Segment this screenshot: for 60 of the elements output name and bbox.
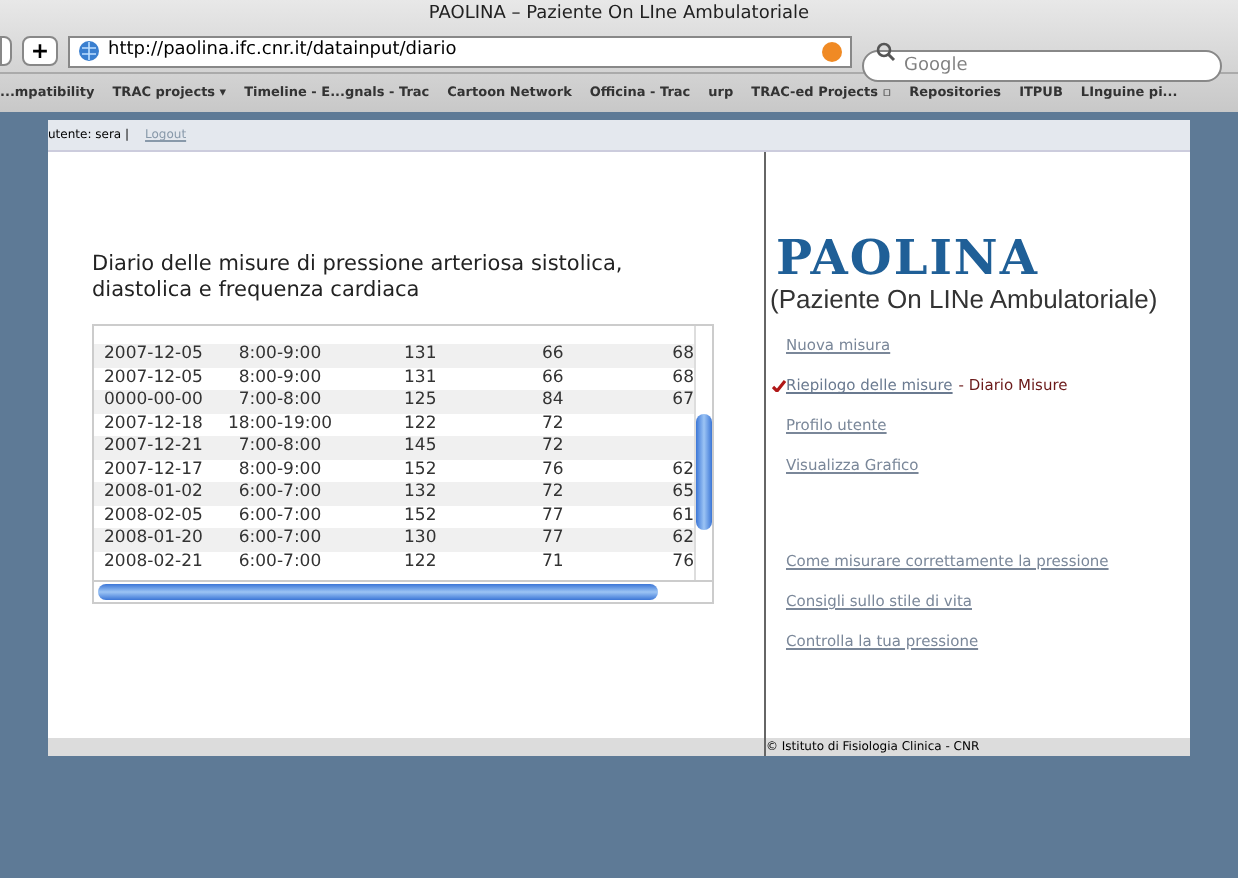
table-cell-text: 125 xyxy=(402,388,439,415)
table-cell-text: 131 xyxy=(402,342,439,369)
table-cell-text: 2007-12-17 xyxy=(102,457,205,483)
table-cell-text: 77 xyxy=(540,503,566,529)
globe-icon xyxy=(78,40,100,62)
table-cell-text: 130 xyxy=(402,526,439,553)
table-cell-text: 7:00-8:00 xyxy=(236,434,324,461)
table-cell-text: 8:00-9:00 xyxy=(236,342,324,369)
table-cell-text: 2007-12-18 xyxy=(102,411,205,437)
table-cell-text: 2007-12-21 xyxy=(102,434,205,461)
table-cell-text: 132 xyxy=(402,480,439,507)
table-cell-text: 6:00-7:00 xyxy=(236,549,324,576)
vertical-scrollbar[interactable] xyxy=(694,326,712,580)
table-cell-text: 2008-01-02 xyxy=(102,480,205,507)
table-cell-text: 0000-00-00 xyxy=(102,388,205,415)
table-cell-text: 2008-01-20 xyxy=(102,526,205,553)
table-cell-text: 76 xyxy=(670,549,694,576)
new-tab-button[interactable]: + xyxy=(22,36,58,66)
table-cell-text: 152 xyxy=(402,503,439,529)
table-cell-text: 8:00-9:00 xyxy=(236,457,324,483)
table-cell-text: 6:00-7:00 xyxy=(236,480,324,507)
table-cell-text: 2007-12-05 xyxy=(102,342,205,369)
table-cell-text: 66 xyxy=(540,342,566,369)
table-cell-text: 122 xyxy=(402,549,439,576)
table-cell-text: 145 xyxy=(402,434,439,461)
table-cell-text: 62 xyxy=(670,457,694,483)
table-cell-text: 65 xyxy=(670,480,694,507)
table-cell-text: 2008-02-05 xyxy=(102,503,205,529)
table-cell-text: 61 xyxy=(670,503,694,529)
table-cell-text: 71 xyxy=(540,549,566,576)
table-cell-text: 2007-12-05 xyxy=(102,365,205,391)
logo-title: PAOLINA xyxy=(774,232,1041,284)
table-cell-text: 6:00-7:00 xyxy=(236,526,324,553)
tab-button[interactable] xyxy=(0,36,12,66)
search-icon xyxy=(876,41,896,61)
table-cell-text: 18:00-19:00 xyxy=(225,411,335,437)
table-cell-text: 8:00-9:00 xyxy=(236,365,324,391)
logo-subtitle: (Paziente On LINe Ambulatoriale) xyxy=(770,284,1160,314)
window-title: PAOLINA – Paziente On LIne Ambulatoriale xyxy=(428,1,810,28)
table-cell-text: 131 xyxy=(402,365,439,391)
table-cell-text: 122 xyxy=(402,411,439,437)
table-cell-text: 66 xyxy=(540,365,566,391)
table-cell-text: 77 xyxy=(540,526,566,553)
table-cell-text: 72 xyxy=(540,411,566,437)
table-cell-text: 72 xyxy=(540,480,566,507)
table-cell-text: 6:00-7:00 xyxy=(236,503,324,529)
table-cell-text: 67 xyxy=(670,388,694,415)
table-cell-text: 72 xyxy=(540,434,566,461)
url-field[interactable]: http://paolina.ifc.cnr.it/datainput/diario xyxy=(68,35,852,67)
table-cell-text: 68 xyxy=(670,342,694,369)
table-cell-text: 7:00-8:00 xyxy=(236,388,324,415)
page-heading: Diario delle misure di pressione arteriosa sistolica, diastolica e frequenza cardiaca xyxy=(92,252,625,304)
table-cell-text: 84 xyxy=(540,388,566,415)
horizontal-scrollbar[interactable] xyxy=(94,580,712,602)
search-field[interactable]: Google xyxy=(862,49,1222,81)
table-cell-text: 76 xyxy=(540,457,566,483)
table-cell-text: 2008-02-21 xyxy=(102,549,205,576)
table-cell-text: 152 xyxy=(402,457,439,483)
table-cell-text: 62 xyxy=(670,526,694,553)
table-cell-text: 68 xyxy=(670,365,694,391)
